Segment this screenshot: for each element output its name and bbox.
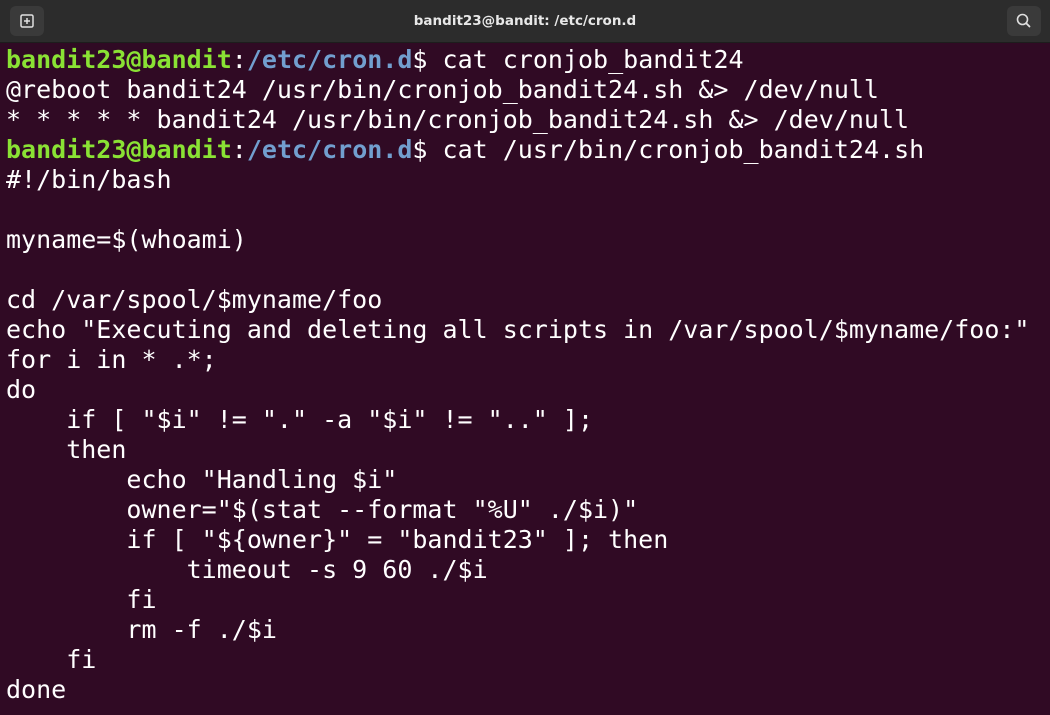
output-line: if [ "$i" != "." -a "$i" != ".." ]; <box>6 405 593 434</box>
output-line: #!/bin/bash <box>6 165 172 194</box>
output-line: timeout -s 9 60 ./$i <box>6 555 488 584</box>
prompt-user: bandit23@bandit <box>6 45 232 74</box>
output-line: echo "Handling $i" <box>6 465 398 494</box>
output-line: @reboot bandit24 /usr/bin/cronjob_bandit… <box>6 75 879 104</box>
terminal-output[interactable]: bandit23@bandit:/etc/cron.d$ cat cronjob… <box>6 44 1050 715</box>
output-line: rm -f ./$i <box>6 615 277 644</box>
prompt-line: bandit23@bandit:/etc/cron.d$ cat cronjob… <box>6 45 1050 75</box>
output-line: for i in * .*; <box>6 345 217 374</box>
prompt-line: bandit23@bandit:/etc/cron.d$ cat /usr/bi… <box>6 135 1050 165</box>
terminal-window: bandit23@bandit: /etc/cron.d bandit23@ba… <box>0 0 1050 715</box>
output-line: * * * * * bandit24 /usr/bin/cronjob_band… <box>6 105 910 134</box>
prompt-path: /etc/cron.d <box>246 135 413 164</box>
output-line: do <box>6 375 37 404</box>
prompt-command: $ cat cronjob_bandit24 <box>412 45 744 74</box>
output-line: owner="$(stat --format "%U" ./$i)" <box>6 495 639 524</box>
window-title: bandit23@bandit: /etc/cron.d <box>413 13 637 29</box>
prompt-separator: : <box>231 45 247 74</box>
output-line: fi <box>6 585 157 614</box>
prompt-path: /etc/cron.d <box>246 45 413 74</box>
output-line: cd /var/spool/$myname/foo <box>6 285 383 314</box>
output-line: echo "Executing and deleting all scripts… <box>6 315 1030 344</box>
prompt-command: $ cat /usr/bin/cronjob_bandit24.sh <box>412 135 925 164</box>
output-line: done <box>6 675 67 704</box>
output-line: myname=$(whoami) <box>6 225 247 254</box>
search-button[interactable] <box>1007 6 1041 36</box>
prompt-user: bandit23@bandit <box>6 135 232 164</box>
output-line: fi <box>6 645 97 674</box>
title-bar: bandit23@bandit: /etc/cron.d <box>0 0 1050 43</box>
output-line: then <box>6 435 127 464</box>
output-line: if [ "${owner}" = "bandit23" ]; then <box>6 525 669 554</box>
prompt-separator: : <box>231 135 247 164</box>
